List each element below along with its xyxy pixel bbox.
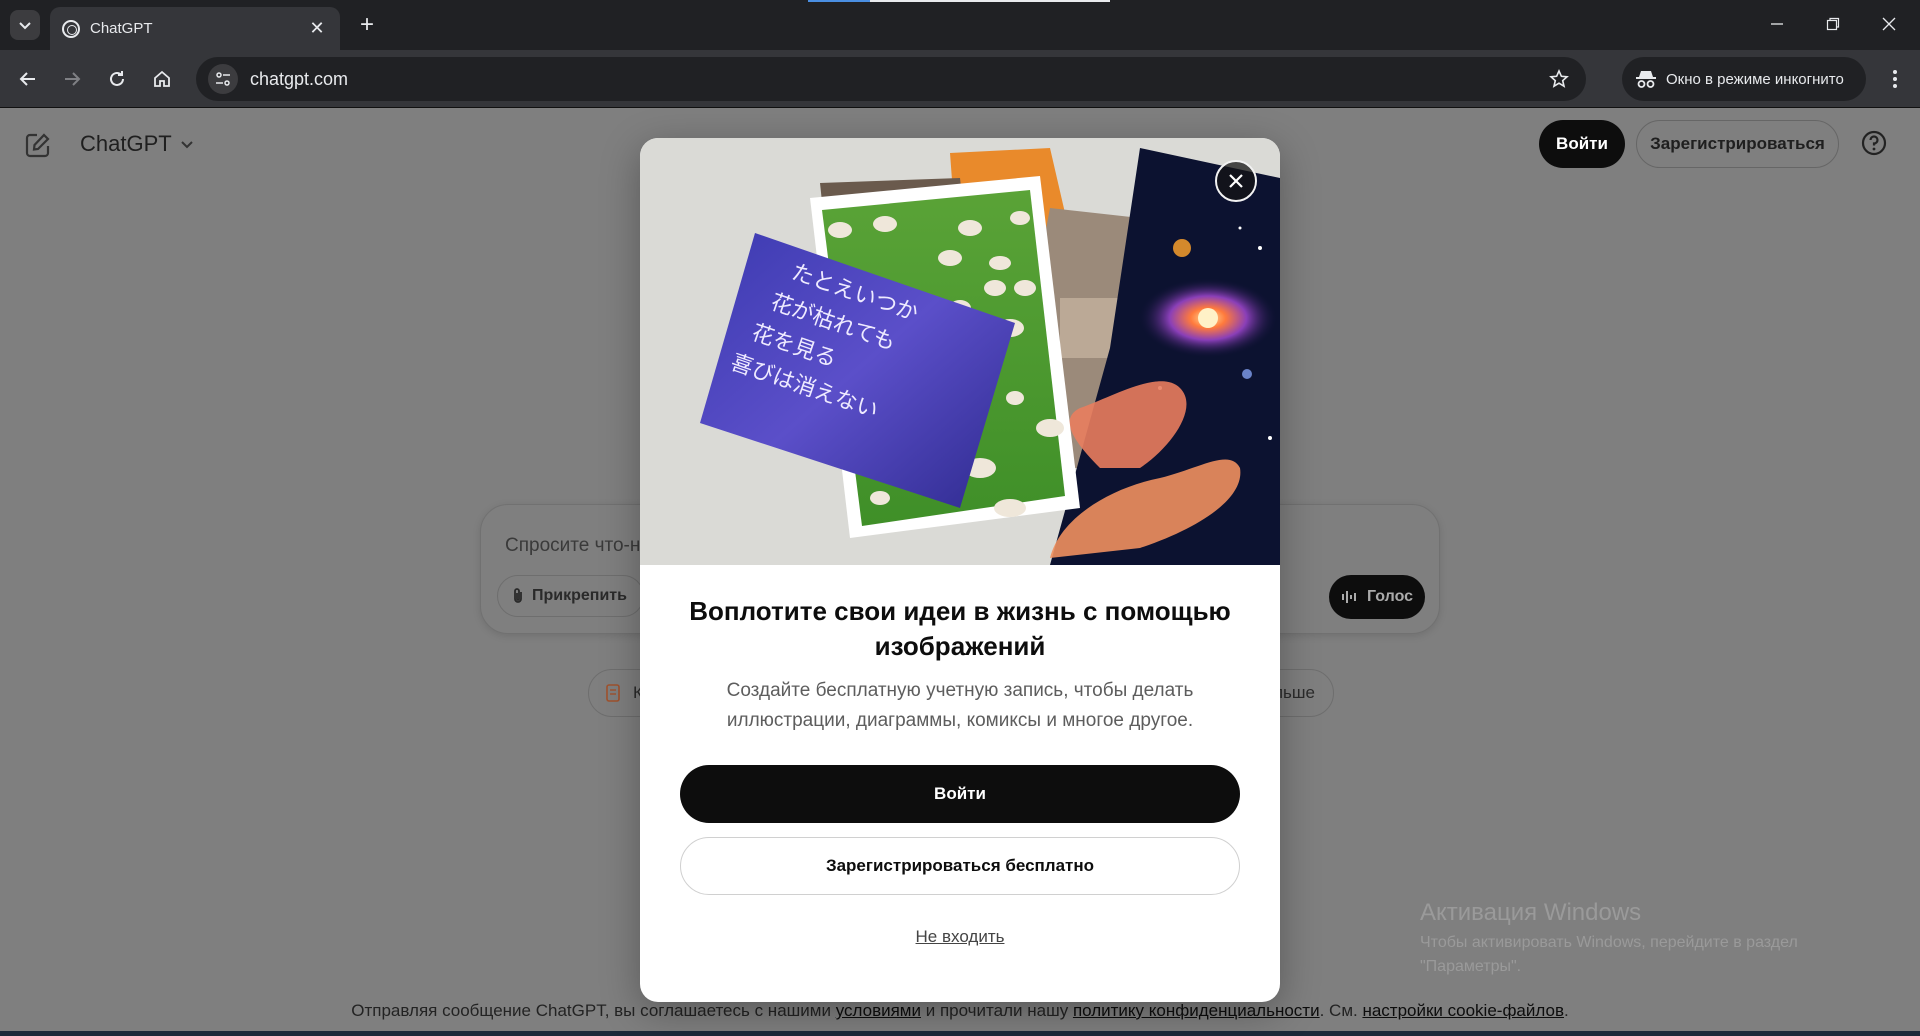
browser-tabbar: ChatGPT ✕ + bbox=[0, 0, 1920, 50]
help-icon[interactable] bbox=[1860, 129, 1890, 159]
back-button[interactable] bbox=[12, 63, 44, 95]
incognito-label: Окно в режиме инкогнито bbox=[1666, 70, 1844, 88]
attach-button[interactable]: Прикрепить bbox=[497, 575, 644, 617]
taskbar-edge bbox=[0, 1031, 1920, 1036]
skip-login-link[interactable]: Не входить bbox=[640, 927, 1280, 947]
windows-activation-watermark: Активация Windows Чтобы активировать Win… bbox=[1420, 899, 1798, 979]
paperclip-icon bbox=[514, 588, 522, 603]
footer-text-3: . См. bbox=[1319, 1001, 1363, 1020]
home-icon bbox=[154, 70, 170, 87]
browser-menu-button[interactable] bbox=[1880, 63, 1910, 95]
header-login-button[interactable]: Войти bbox=[1539, 120, 1625, 168]
openai-favicon-icon bbox=[62, 19, 80, 38]
arrow-right-icon bbox=[65, 72, 81, 86]
address-bar[interactable]: chatgpt.com bbox=[196, 57, 1586, 101]
modal-login-button[interactable]: Войти bbox=[680, 765, 1240, 823]
footer-text-1: Отправляя сообщение ChatGPT, вы соглашае… bbox=[351, 1001, 836, 1020]
new-chat-icon[interactable] bbox=[24, 131, 54, 161]
home-button[interactable] bbox=[146, 63, 178, 95]
forward-button[interactable] bbox=[56, 63, 88, 95]
minimize-icon bbox=[1771, 23, 1783, 25]
watermark-line1: Чтобы активировать Windows, перейдите в … bbox=[1420, 934, 1798, 951]
modal-signup-button[interactable]: Зарегистрироваться бесплатно bbox=[680, 837, 1240, 895]
watermark-title: Активация Windows bbox=[1420, 899, 1642, 926]
reload-button[interactable] bbox=[101, 63, 133, 95]
close-icon bbox=[1229, 174, 1243, 188]
signup-modal: たとえいつか 花が枯れても 花を見る 喜びは消えない Воплотите сво… bbox=[640, 138, 1280, 1002]
composer-placeholder[interactable]: Спросите что-н bbox=[505, 535, 640, 557]
legal-footer: Отправляя сообщение ChatGPT, вы соглашае… bbox=[0, 1001, 1920, 1021]
hero-illustration: たとえいつか 花が枯れても 花を見る 喜びは消えない bbox=[640, 138, 1280, 565]
incognito-indicator[interactable]: Окно в режиме инкогнито bbox=[1622, 57, 1866, 101]
close-window-button[interactable] bbox=[1866, 8, 1912, 40]
incognito-icon bbox=[1636, 71, 1656, 88]
browser-tab-chatgpt[interactable]: ChatGPT ✕ bbox=[50, 7, 340, 50]
tab-search-button[interactable] bbox=[10, 10, 40, 40]
loading-indicator bbox=[808, 0, 870, 2]
browser-toolbar: chatgpt.com Окно в режиме инкогнито bbox=[0, 50, 1920, 108]
close-icon bbox=[1882, 17, 1896, 31]
minimize-button[interactable] bbox=[1754, 8, 1800, 40]
reload-icon bbox=[110, 71, 124, 86]
brand-name: ChatGPT bbox=[80, 131, 172, 156]
tab-title: ChatGPT bbox=[90, 20, 153, 37]
restore-button[interactable] bbox=[1810, 8, 1856, 40]
modal-subtitle: Создайте бесплатную учетную запись, чтоб… bbox=[726, 680, 1194, 731]
site-info-button[interactable] bbox=[208, 64, 238, 94]
more-vert-icon bbox=[1893, 70, 1897, 88]
chevron-down-icon bbox=[19, 22, 31, 30]
new-tab-button[interactable]: + bbox=[352, 10, 382, 40]
collage-image: たとえいつか 花が枯れても 花を見る 喜びは消えない bbox=[700, 148, 1280, 565]
tune-icon bbox=[216, 72, 230, 86]
attach-label: Прикрепить bbox=[532, 587, 627, 604]
loading-indicator-track bbox=[870, 0, 1110, 2]
modal-close-button[interactable] bbox=[1215, 160, 1257, 202]
footer-text-4: . bbox=[1563, 1001, 1569, 1020]
bookmark-star-icon[interactable] bbox=[1544, 64, 1574, 94]
footer-text-2: и прочитали нашу bbox=[921, 1001, 1073, 1020]
arrow-left-icon bbox=[19, 72, 35, 86]
cookies-link[interactable]: настройки cookie-файлов bbox=[1362, 1001, 1564, 1020]
model-selector[interactable]: ChatGPT bbox=[80, 131, 194, 157]
waveform-icon bbox=[1341, 591, 1356, 603]
terms-link[interactable]: условиями bbox=[836, 1001, 921, 1020]
tab-close-icon[interactable]: ✕ bbox=[306, 18, 328, 39]
watermark-line2: "Параметры". bbox=[1420, 958, 1522, 975]
voice-button[interactable]: Голос bbox=[1329, 575, 1425, 619]
url-text[interactable]: chatgpt.com bbox=[250, 69, 1544, 90]
header-signup-button[interactable]: Зарегистрироваться bbox=[1636, 120, 1839, 168]
privacy-link[interactable]: политику конфиденциальности bbox=[1073, 1001, 1320, 1020]
chevron-down-icon bbox=[180, 141, 193, 149]
modal-title: Воплотите свои идеи в жизнь с помощью из… bbox=[689, 596, 1231, 661]
restore-icon bbox=[1826, 17, 1840, 31]
voice-label: Голос bbox=[1366, 588, 1414, 605]
document-icon bbox=[606, 684, 620, 702]
